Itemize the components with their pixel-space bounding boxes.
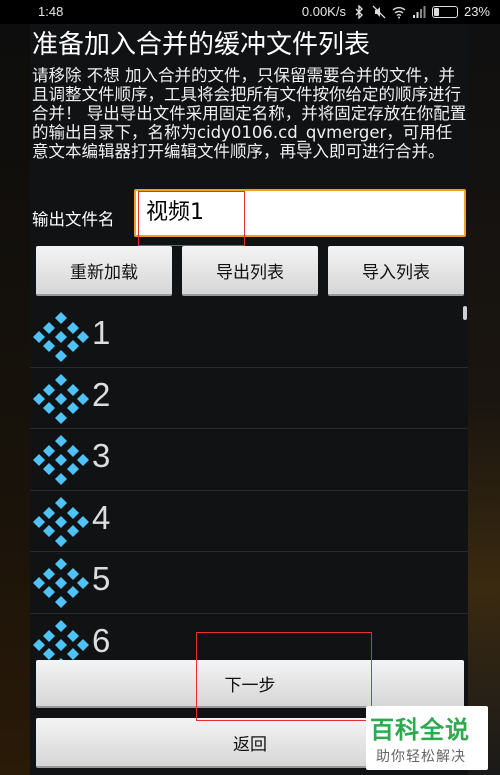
highlight-box-next: [196, 632, 372, 721]
drag-handle-icon[interactable]: [33, 496, 89, 547]
page-title: 准备加入合并的缓冲文件列表: [32, 30, 371, 60]
background-edge-left: [0, 24, 30, 775]
scrollbar[interactable]: [463, 306, 467, 320]
network-speed: 0.00K/s: [301, 4, 346, 19]
file-list-item[interactable]: 1: [30, 306, 468, 368]
reload-button[interactable]: 重新加载: [36, 246, 172, 296]
file-list-item[interactable]: 5: [30, 552, 468, 614]
list-action-buttons: 重新加载 导出列表 导入列表: [36, 246, 464, 296]
file-name: 3: [92, 437, 111, 474]
file-list-item[interactable]: 2: [30, 368, 468, 429]
mute-icon: [372, 5, 386, 18]
file-name: 6: [92, 621, 111, 659]
signal-icon: [412, 5, 426, 18]
highlight-box-input: [138, 191, 245, 246]
battery-icon: [431, 5, 458, 18]
drag-handle-icon[interactable]: [33, 558, 89, 608]
output-filename-label: 输出文件名: [32, 210, 115, 229]
watermark-brand: 百科全说: [370, 716, 470, 744]
file-name: 5: [92, 560, 111, 597]
background-edge-right: [468, 24, 500, 775]
battery-fill: [433, 7, 440, 16]
drag-handle-icon[interactable]: [33, 373, 89, 424]
export-list-button[interactable]: 导出列表: [182, 246, 318, 296]
merge-list-dialog: 准备加入合并的缓冲文件列表 请移除 不想 加入合并的文件，只保留需要合并的文件，…: [30, 24, 468, 775]
status-bar: 1:48 0.00K/s 23%: [0, 0, 500, 24]
file-name: 4: [92, 498, 111, 536]
instructions-text: 请移除 不想 加入合并的文件，只保留需要合并的文件，并且调整文件顺序，工具将会把…: [32, 66, 467, 161]
file-list[interactable]: 1 2 3 4 5 6: [30, 306, 468, 661]
file-list-item[interactable]: 4: [30, 491, 468, 552]
status-time: 1:48: [38, 4, 64, 19]
watermark-logo: 百科全说 助你轻松解决: [366, 706, 488, 770]
file-name: 2: [92, 375, 111, 413]
wifi-icon: [392, 6, 406, 18]
drag-handle-icon[interactable]: [33, 435, 89, 485]
file-name: 1: [92, 314, 111, 351]
drag-handle-icon[interactable]: [33, 619, 89, 661]
bluetooth-icon: [355, 4, 363, 19]
watermark-slogan: 助你轻松解决: [376, 749, 466, 765]
drag-handle-icon[interactable]: [33, 312, 89, 362]
battery-percent: 23%: [463, 4, 490, 19]
status-icons: 0.00K/s 23%: [302, 4, 490, 19]
file-list-item[interactable]: 3: [30, 429, 468, 491]
import-list-button[interactable]: 导入列表: [328, 246, 464, 296]
